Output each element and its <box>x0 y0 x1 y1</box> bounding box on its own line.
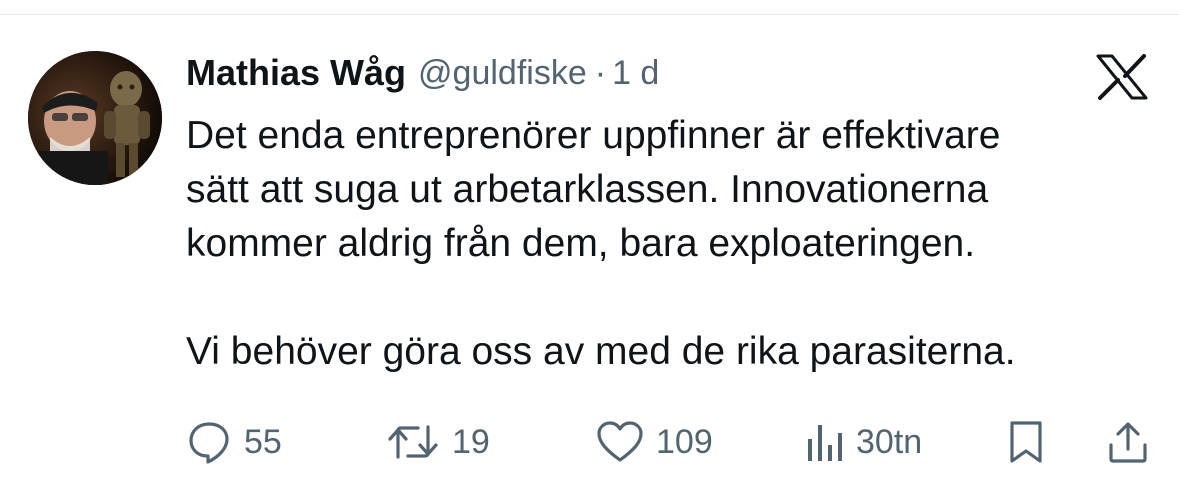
author-display-name[interactable]: Mathias Wåg <box>186 52 406 94</box>
top-divider <box>0 14 1179 15</box>
reply-bubble-icon <box>189 422 229 464</box>
like-count: 109 <box>656 422 713 461</box>
views-count: 30tn <box>856 422 923 461</box>
tweet-header: Mathias Wåg @guldfiske · 1 d <box>186 50 659 96</box>
post-time[interactable]: 1 d <box>612 54 659 93</box>
tweet-text: Det enda entreprenörer uppfinner är effe… <box>186 114 1016 373</box>
bookmark-button[interactable] <box>1006 415 1046 469</box>
share-upload-icon <box>1109 422 1147 463</box>
like-button[interactable]: 109 <box>596 415 713 469</box>
bookmark-icon <box>1010 421 1042 463</box>
x-logo-icon[interactable] <box>1096 54 1148 100</box>
views-button[interactable]: 30tn <box>804 415 922 469</box>
author-handle[interactable]: @guldfiske <box>418 54 587 93</box>
repost-arrows-icon <box>388 425 438 459</box>
share-button[interactable] <box>1106 415 1150 469</box>
avatar[interactable] <box>28 51 162 185</box>
tweet-actions: 55 19 109 30tn <box>186 415 1147 469</box>
avatar-photo <box>28 51 162 185</box>
views-bar-chart-icon <box>808 425 842 461</box>
reply-count: 55 <box>244 422 282 461</box>
repost-count: 19 <box>452 422 490 461</box>
repost-button[interactable]: 19 <box>386 415 490 469</box>
heart-icon <box>597 421 643 462</box>
reply-button[interactable]: 55 <box>186 415 282 469</box>
header-separator: · <box>594 53 607 92</box>
